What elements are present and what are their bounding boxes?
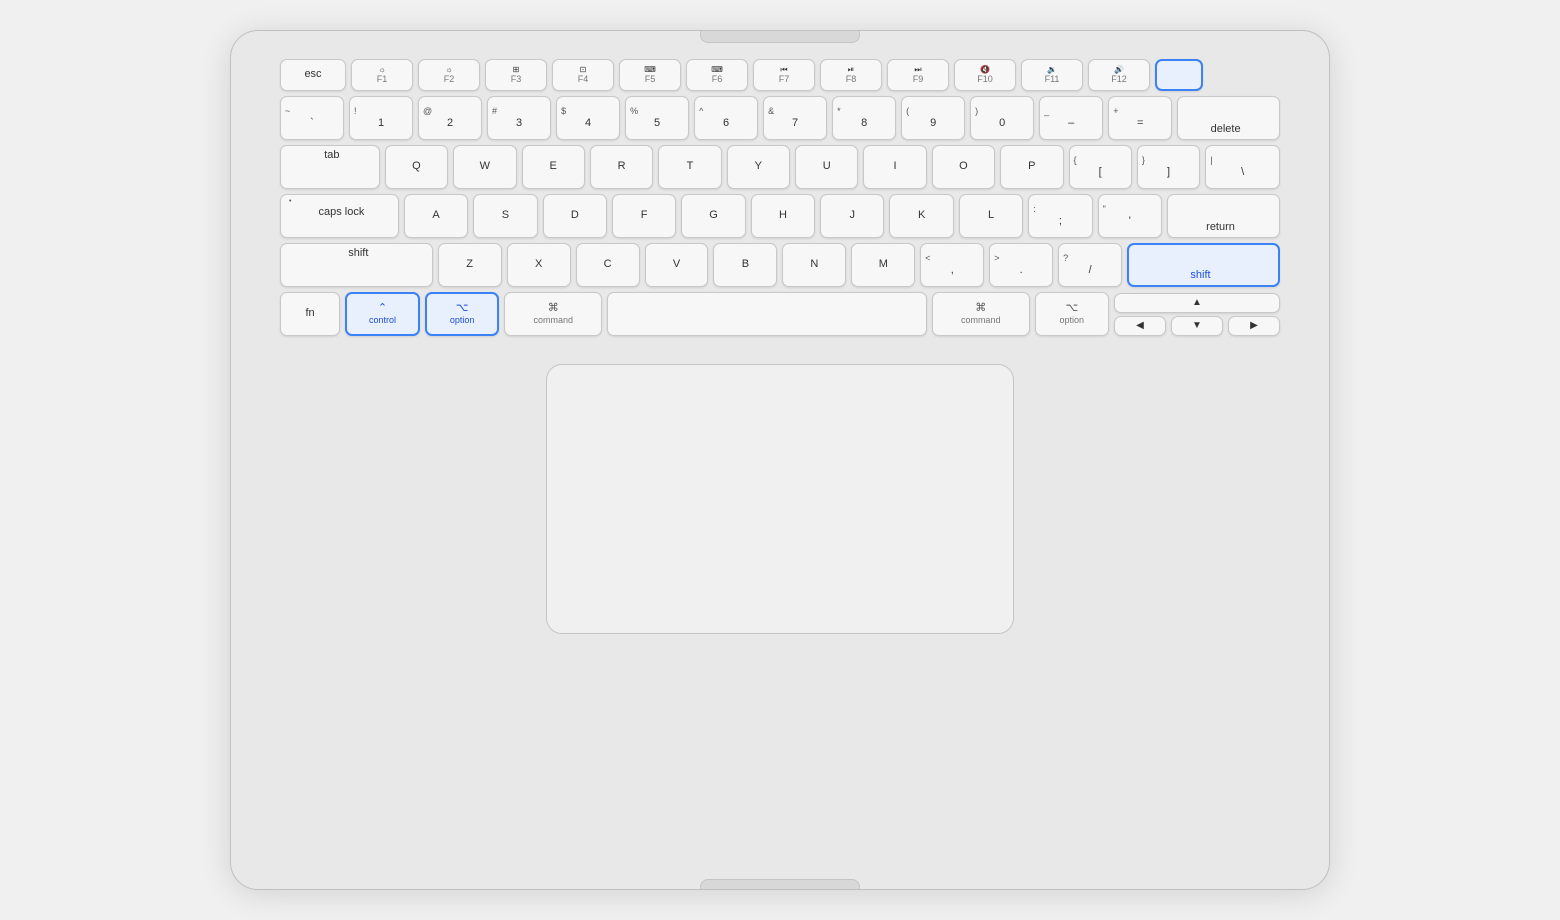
key-f9[interactable]: ⏭F9 xyxy=(887,59,949,91)
key-l[interactable]: L xyxy=(959,194,1023,238)
key-command-right[interactable]: ⌘ command xyxy=(932,292,1030,336)
key-arrow-right[interactable]: ▶ xyxy=(1228,316,1280,336)
key-c[interactable]: C xyxy=(576,243,640,287)
key-f11[interactable]: 🔉F11 xyxy=(1021,59,1083,91)
key-caps-lock[interactable]: •caps lock xyxy=(280,194,399,238)
key-f12[interactable]: 🔊F12 xyxy=(1088,59,1150,91)
key-u[interactable]: U xyxy=(795,145,858,189)
key-minus[interactable]: _– xyxy=(1039,96,1103,140)
key-shift-right[interactable]: shift xyxy=(1127,243,1280,287)
arrow-bottom-row: ◀ ▼ ▶ xyxy=(1114,316,1280,336)
key-s[interactable]: S xyxy=(473,194,537,238)
key-e[interactable]: E xyxy=(522,145,585,189)
key-esc[interactable]: esc xyxy=(280,59,346,91)
key-slash[interactable]: ?/ xyxy=(1058,243,1122,287)
key-9[interactable]: (9 xyxy=(901,96,965,140)
asdf-key-row: •caps lock A S D F G H J K L :; "' retur… xyxy=(280,194,1280,238)
key-k[interactable]: K xyxy=(889,194,953,238)
key-b[interactable]: B xyxy=(713,243,777,287)
key-v[interactable]: V xyxy=(645,243,709,287)
key-h[interactable]: H xyxy=(751,194,815,238)
key-j[interactable]: J xyxy=(820,194,884,238)
key-p[interactable]: P xyxy=(1000,145,1063,189)
key-f4[interactable]: ⊡F4 xyxy=(552,59,614,91)
laptop-body: esc ☼F1 ☼F2 ⊞F3 ⊡F4 ⌨F5 ⌨F6 ⏮F7 ⏯F8 ⏭F9 … xyxy=(230,30,1330,890)
key-1[interactable]: !1 xyxy=(349,96,413,140)
key-i[interactable]: I xyxy=(863,145,926,189)
key-8[interactable]: *8 xyxy=(832,96,896,140)
key-equals[interactable]: += xyxy=(1108,96,1172,140)
key-2[interactable]: @2 xyxy=(418,96,482,140)
hinge-bottom xyxy=(700,879,860,889)
key-arrow-left[interactable]: ◀ xyxy=(1114,316,1166,336)
key-4[interactable]: $4 xyxy=(556,96,620,140)
key-3[interactable]: #3 xyxy=(487,96,551,140)
key-a[interactable]: A xyxy=(404,194,468,238)
key-option-left[interactable]: ⌥ option xyxy=(425,292,500,336)
key-r[interactable]: R xyxy=(590,145,653,189)
key-y[interactable]: Y xyxy=(727,145,790,189)
key-right-bracket[interactable]: }] xyxy=(1137,145,1200,189)
number-key-row: ~` !1 @2 #3 $4 %5 ^6 &7 *8 (9 )0 _– += d… xyxy=(280,96,1280,140)
key-tilde[interactable]: ~` xyxy=(280,96,344,140)
key-m[interactable]: M xyxy=(851,243,915,287)
key-q[interactable]: Q xyxy=(385,145,448,189)
arrow-up-row: ▲ xyxy=(1114,293,1280,313)
key-period[interactable]: >. xyxy=(989,243,1053,287)
key-x[interactable]: X xyxy=(507,243,571,287)
key-f1[interactable]: ☼F1 xyxy=(351,59,413,91)
qwerty-key-row: tab Q W E R T Y U I O P {[ }] |\ xyxy=(280,145,1280,189)
key-semicolon[interactable]: :; xyxy=(1028,194,1092,238)
key-backslash[interactable]: |\ xyxy=(1205,145,1280,189)
key-f8[interactable]: ⏯F8 xyxy=(820,59,882,91)
key-spacebar[interactable] xyxy=(607,292,927,336)
key-comma[interactable]: <, xyxy=(920,243,984,287)
key-quote[interactable]: "' xyxy=(1098,194,1162,238)
key-arrow-down[interactable]: ▼ xyxy=(1171,316,1223,336)
key-5[interactable]: %5 xyxy=(625,96,689,140)
key-arrow-up[interactable]: ▲ xyxy=(1114,293,1280,313)
key-w[interactable]: W xyxy=(453,145,516,189)
key-g[interactable]: G xyxy=(681,194,745,238)
key-delete[interactable]: delete xyxy=(1177,96,1280,140)
key-shift-left[interactable]: shift xyxy=(280,243,433,287)
key-t[interactable]: T xyxy=(658,145,721,189)
key-f10[interactable]: 🔇F10 xyxy=(954,59,1016,91)
key-control[interactable]: ⌃ control xyxy=(345,292,420,336)
arrow-key-group: ▲ ◀ ▼ ▶ xyxy=(1114,293,1280,336)
key-n[interactable]: N xyxy=(782,243,846,287)
key-option-right[interactable]: ⌥ option xyxy=(1035,292,1109,336)
key-command-left[interactable]: ⌘ command xyxy=(504,292,602,336)
key-z[interactable]: Z xyxy=(438,243,502,287)
key-f5[interactable]: ⌨F5 xyxy=(619,59,681,91)
zxcv-key-row: shift Z X C V B N M <, >. ?/ shift xyxy=(280,243,1280,287)
key-fn[interactable]: fn xyxy=(280,292,340,336)
key-f[interactable]: F xyxy=(612,194,676,238)
key-f3[interactable]: ⊞F3 xyxy=(485,59,547,91)
key-d[interactable]: D xyxy=(543,194,607,238)
fn-key-row: esc ☼F1 ☼F2 ⊞F3 ⊡F4 ⌨F5 ⌨F6 ⏮F7 ⏯F8 ⏭F9 … xyxy=(280,59,1280,91)
key-left-bracket[interactable]: {[ xyxy=(1069,145,1132,189)
key-0[interactable]: )0 xyxy=(970,96,1034,140)
key-tab[interactable]: tab xyxy=(280,145,380,189)
key-6[interactable]: ^6 xyxy=(694,96,758,140)
bottom-key-row: fn ⌃ control ⌥ option ⌘ command ⌘ comman… xyxy=(280,292,1280,336)
key-7[interactable]: &7 xyxy=(763,96,827,140)
key-f2[interactable]: ☼F2 xyxy=(418,59,480,91)
key-o[interactable]: O xyxy=(932,145,995,189)
hinge-top xyxy=(700,31,860,43)
key-f7[interactable]: ⏮F7 xyxy=(753,59,815,91)
key-f6[interactable]: ⌨F6 xyxy=(686,59,748,91)
key-return[interactable]: return xyxy=(1167,194,1280,238)
keyboard-area: esc ☼F1 ☼F2 ⊞F3 ⊡F4 ⌨F5 ⌨F6 ⏮F7 ⏯F8 ⏭F9 … xyxy=(280,59,1280,336)
key-power[interactable] xyxy=(1155,59,1203,91)
trackpad[interactable] xyxy=(546,364,1014,634)
